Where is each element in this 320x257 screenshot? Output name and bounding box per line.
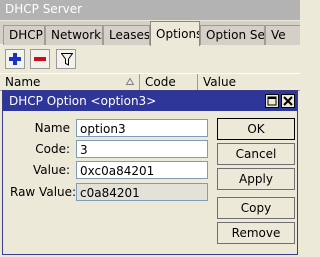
- code-field[interactable]: [76, 140, 208, 158]
- tab-networks[interactable]: Networks: [45, 25, 103, 45]
- tab-options[interactable]: Options: [150, 21, 200, 46]
- minus-icon: [34, 57, 46, 61]
- tab-label: DHCP: [9, 28, 43, 42]
- code-label: Code:: [35, 142, 70, 156]
- tab-bar: DHCP Networks Leases Options Option Sets…: [0, 21, 300, 46]
- dhcp-option-dialog: DHCP Option <option3> Name Code: Value: …: [2, 90, 298, 255]
- add-button[interactable]: [5, 49, 25, 69]
- dialog-title: DHCP Option <option3>: [9, 94, 157, 108]
- column-code[interactable]: Code: [140, 74, 198, 91]
- remove-option-button[interactable]: Remove: [217, 222, 295, 244]
- column-code-label: Code: [145, 75, 176, 89]
- cancel-button[interactable]: Cancel: [217, 143, 295, 165]
- close-icon: [283, 96, 293, 106]
- toolbar: [0, 45, 300, 73]
- value-label: Value:: [33, 163, 70, 177]
- tab-label: Ve: [271, 28, 286, 42]
- raw-value-label: Raw Value:: [10, 185, 77, 199]
- close-button[interactable]: [281, 94, 295, 108]
- maximize-button[interactable]: [265, 94, 279, 108]
- column-value[interactable]: Value: [198, 74, 300, 91]
- raw-value-field: [76, 183, 208, 201]
- column-name[interactable]: Name: [0, 74, 140, 91]
- remove-button[interactable]: [30, 49, 50, 69]
- name-field[interactable]: [76, 119, 208, 137]
- tab-label: Networks: [51, 28, 103, 42]
- sort-asc-icon: [126, 78, 134, 85]
- window-titlebar: DHCP Server: [0, 0, 300, 20]
- ok-button[interactable]: OK: [217, 118, 295, 140]
- tab-label: Options: [156, 27, 200, 41]
- filter-button[interactable]: [56, 49, 76, 69]
- column-name-label: Name: [5, 75, 41, 89]
- list-column-header: Name Code Value: [0, 73, 300, 91]
- column-value-label: Value: [203, 75, 236, 89]
- tab-dhcp[interactable]: DHCP: [3, 25, 45, 45]
- value-field[interactable]: [76, 161, 208, 179]
- apply-button[interactable]: Apply: [217, 168, 295, 190]
- dialog-titlebar[interactable]: DHCP Option <option3>: [3, 91, 297, 111]
- tab-option-sets[interactable]: Option Sets: [200, 25, 265, 45]
- copy-button[interactable]: Copy: [217, 197, 295, 219]
- tab-label: Option Sets: [206, 28, 265, 42]
- name-label: Name: [34, 121, 70, 135]
- tab-vendor-classes[interactable]: Ve: [265, 25, 300, 45]
- filter-icon: [61, 53, 73, 66]
- tab-leases[interactable]: Leases: [103, 25, 150, 45]
- window-title: DHCP Server: [5, 2, 83, 16]
- maximize-icon: [267, 96, 277, 106]
- tab-label: Leases: [109, 28, 150, 42]
